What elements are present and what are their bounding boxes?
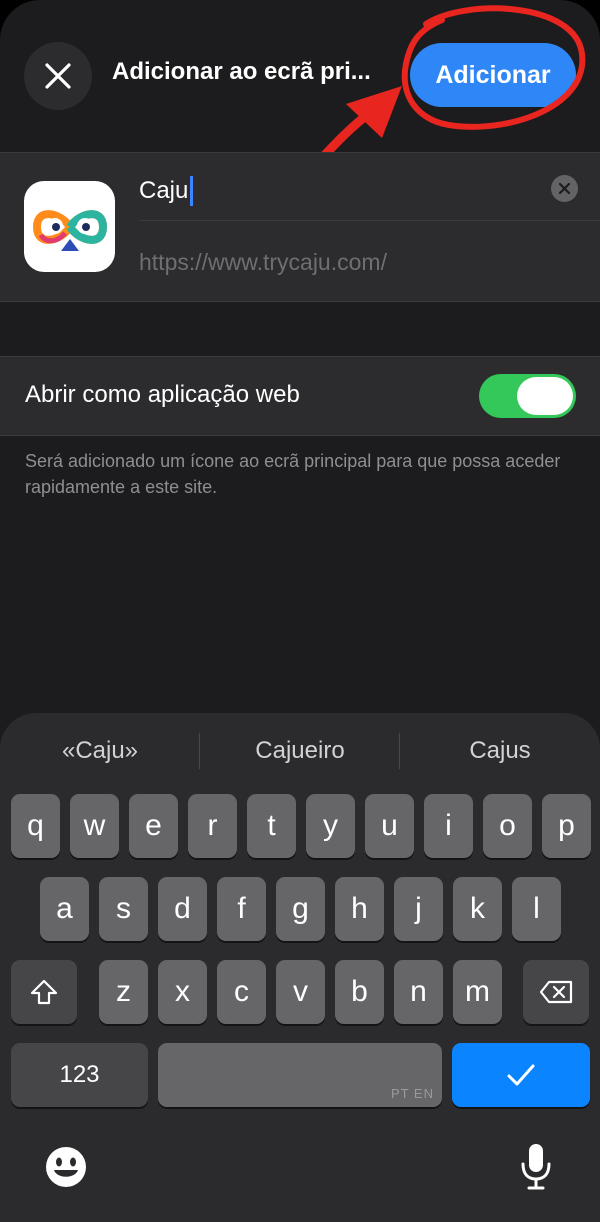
key-f[interactable]: f [217,877,266,941]
backspace-icon [539,980,573,1004]
key-i[interactable]: i [424,794,473,858]
keyboard: «Caju» Cajueiro Cajus q w e r t y u i o … [0,713,600,1222]
site-url: https://www.trycaju.com/ [139,249,387,275]
key-q[interactable]: q [11,794,60,858]
web-app-setting-row: Abrir como aplicação web [0,356,600,436]
key-h[interactable]: h [335,877,384,941]
space-language-label: PT EN [390,1086,434,1101]
numbers-key[interactable]: 123 [11,1043,148,1107]
suggestion-item[interactable]: Cajueiro [200,737,400,765]
key-a[interactable]: a [40,877,89,941]
add-to-home-screen-sheet: Adicionar ao ecrã pri... Adicionar Caju [0,0,600,1222]
close-icon [45,63,71,89]
space-key[interactable]: PT EN [158,1043,442,1107]
app-icon [24,181,115,272]
suggestion-item[interactable]: «Caju» [0,737,200,765]
key-v[interactable]: v [276,960,325,1024]
shortcut-name-input[interactable]: Caju [139,173,519,209]
key-k[interactable]: k [453,877,502,941]
key-r[interactable]: r [188,794,237,858]
key-y[interactable]: y [306,794,355,858]
key-j[interactable]: j [394,877,443,941]
microphone-icon [521,1144,551,1190]
key-c[interactable]: c [217,960,266,1024]
key-w[interactable]: w [70,794,119,858]
checkmark-icon [507,1064,535,1086]
key-z[interactable]: z [99,960,148,1024]
dictation-button[interactable] [512,1141,560,1193]
shortcut-name-value: Caju [139,177,189,204]
key-t[interactable]: t [247,794,296,858]
key-o[interactable]: o [483,794,532,858]
suggestion-item[interactable]: Cajus [400,737,600,765]
key-n[interactable]: n [394,960,443,1024]
close-button[interactable] [24,42,92,110]
clear-text-button[interactable] [551,175,578,202]
web-app-toggle[interactable] [479,374,576,418]
shift-icon [30,979,58,1005]
text-caret [190,176,194,206]
delete-key[interactable] [523,960,589,1024]
toggle-knob [517,377,573,415]
shift-key[interactable] [11,960,77,1024]
web-app-label: Abrir como aplicação web [25,381,300,408]
key-p[interactable]: p [542,794,591,858]
key-e[interactable]: e [129,794,178,858]
key-x[interactable]: x [158,960,207,1024]
add-button[interactable]: Adicionar [410,43,576,107]
emoji-icon [46,1147,86,1187]
key-m[interactable]: m [453,960,502,1024]
sheet-title: Adicionar ao ecrã pri... [112,58,371,85]
card-divider [139,220,600,221]
clear-icon [559,183,570,194]
emoji-button[interactable] [42,1143,90,1191]
setting-footnote: Será adicionado um ícone ao ecrã princip… [25,451,561,497]
shortcut-card: Caju https://www.trycaju.com/ [0,152,600,302]
done-key[interactable] [452,1043,590,1107]
key-b[interactable]: b [335,960,384,1024]
caju-logo-icon [32,209,107,251]
key-g[interactable]: g [276,877,325,941]
key-l[interactable]: l [512,877,561,941]
key-u[interactable]: u [365,794,414,858]
key-d[interactable]: d [158,877,207,941]
key-s[interactable]: s [99,877,148,941]
